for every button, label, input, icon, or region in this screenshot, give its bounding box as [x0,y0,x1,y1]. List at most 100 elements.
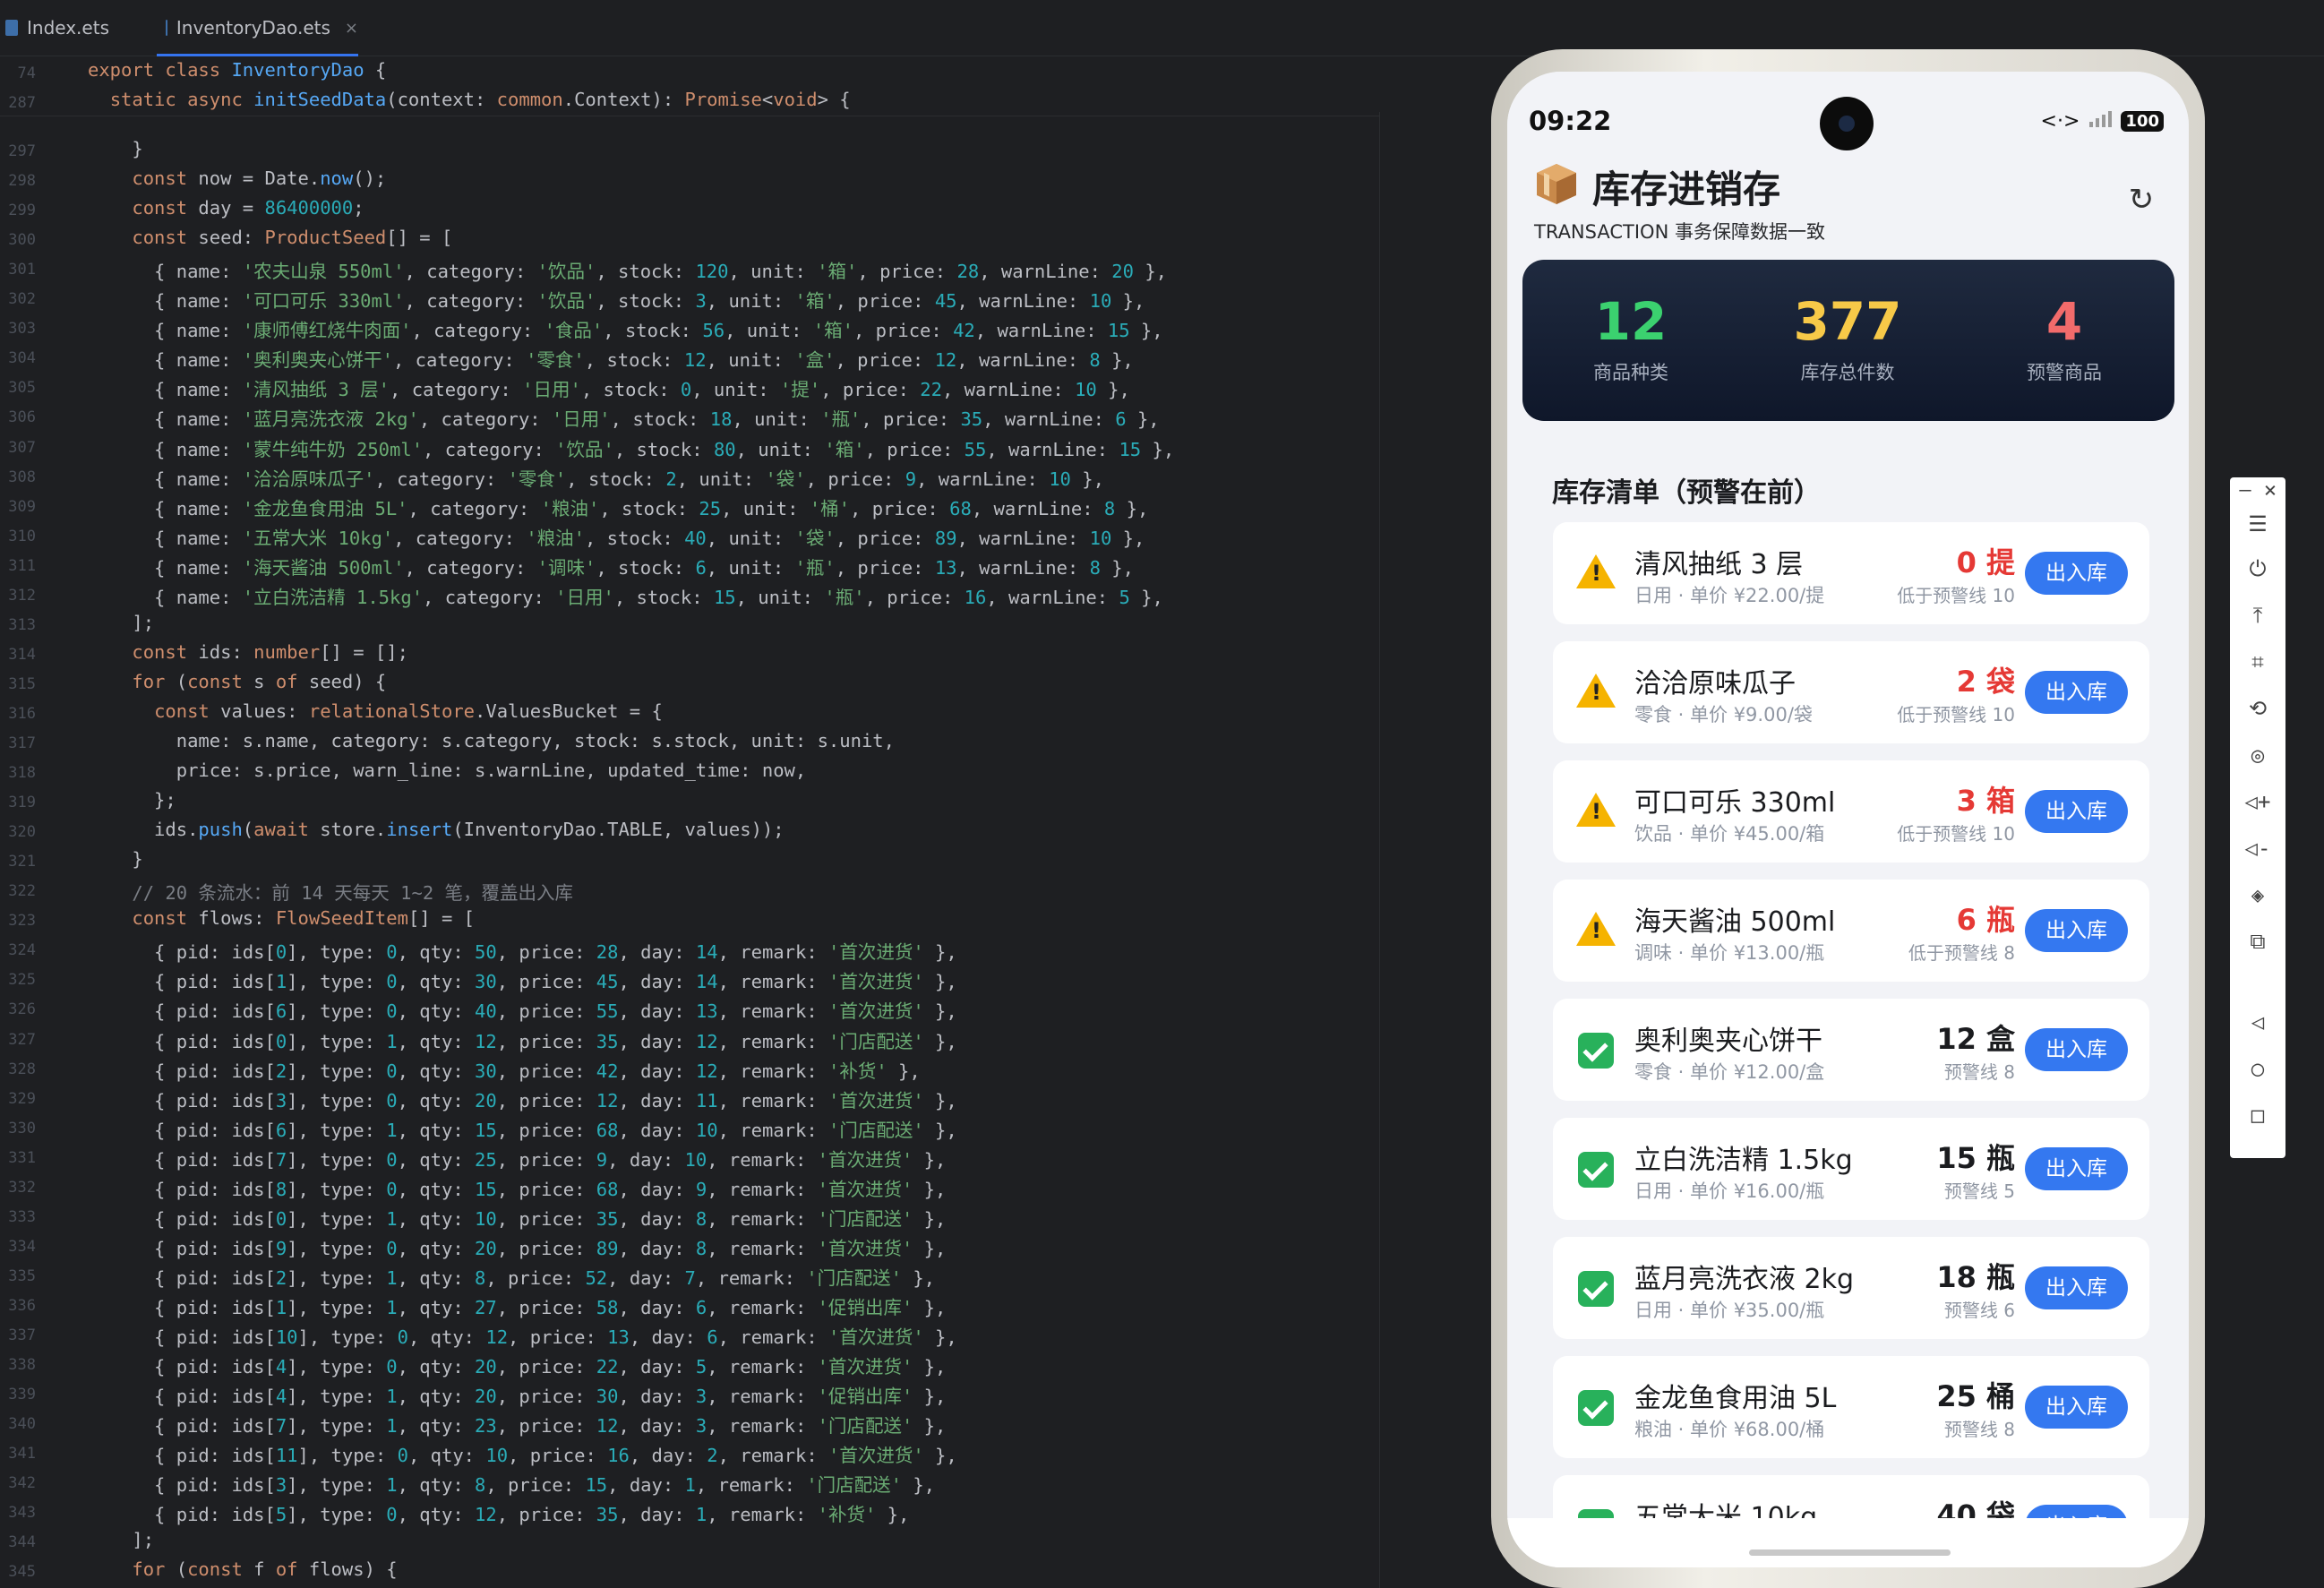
stat-total-stock: 377 库存总件数 [1739,292,1956,385]
line-number: 332 [8,1178,36,1197]
power-icon[interactable]: ⏻ [2230,556,2285,581]
inventory-item[interactable]: 金龙鱼食用油 5L 粮油 · 单价 ¥68.00/桶 25 桶预警线 8 出入库 [1553,1356,2149,1458]
close-icon[interactable]: × [2243,477,2298,502]
location-icon[interactable]: ◎ [2230,742,2285,768]
back-icon[interactable]: ◁ [2230,1009,2285,1034]
recents-icon[interactable]: □ [2230,1103,2285,1128]
code-line[interactable]: { name: '海天酱油 500ml', category: '调味', st… [88,553,1134,579]
tab-index-ets[interactable]: Index.ets [5,0,109,56]
code-line[interactable]: { pid: ids[6], type: 0, qty: 40, price: … [88,996,957,1023]
code-line[interactable]: ]; [88,612,154,633]
item-warn-line: 预警线 8 [1943,1061,2015,1083]
code-line[interactable]: { pid: ids[4], type: 0, qty: 20, price: … [88,1352,946,1378]
code-line[interactable]: ]; [88,1529,154,1550]
inventory-item[interactable]: 海天酱油 500ml 调味 · 单价 ¥13.00/瓶 6 瓶低于预警线 8 出入库 [1553,880,2149,982]
home-icon[interactable]: ○ [2230,1056,2285,1081]
code-line[interactable]: { pid: ids[1], type: 0, qty: 30, price: … [88,966,957,993]
code-line[interactable]: const seed: ProductSeed[] = [ [88,227,452,248]
warning-icon [1576,793,1616,827]
stock-in-out-button[interactable]: 出入库 [2025,671,2128,714]
code-line[interactable]: { name: '洽洽原味瓜子', category: '零食', stock:… [88,464,1104,491]
fold-icon[interactable]: ◈ [2230,882,2285,907]
code-line[interactable]: ids.push(await store.insert(InventoryDao… [88,819,785,840]
code-line[interactable]: { name: '立白洗洁精 1.5kg', category: '日用', s… [88,582,1163,609]
inventory-item[interactable]: 奥利奥夹心饼干 零食 · 单价 ¥12.00/盒 12 盒预警线 8 出入库 [1553,999,2149,1101]
stat-label: 商品种类 [1593,362,1668,383]
code-line[interactable]: { pid: ids[2], type: 0, qty: 30, price: … [88,1056,921,1083]
stock-in-out-button[interactable]: 出入库 [2025,1028,2128,1071]
crop-icon[interactable]: ⌗ [2230,649,2285,674]
home-indicator[interactable] [1749,1549,1951,1556]
close-tab-icon[interactable]: × [345,19,358,38]
code-line[interactable]: { pid: ids[10], type: 0, qty: 12, price:… [88,1322,957,1349]
code-line[interactable]: { name: '清风抽纸 3 层', category: '日用', stoc… [88,374,1130,401]
rotate-icon[interactable]: ⟲ [2230,696,2285,721]
stock-in-out-button[interactable]: 出入库 [2025,1266,2128,1309]
item-meta: 调味 · 单价 ¥13.00/瓶 [1634,942,1825,964]
code-line[interactable]: price: s.price, warn_line: s.warnLine, u… [88,760,807,781]
volume-down-icon[interactable]: ◁- [2230,836,2285,861]
code-line[interactable]: for (const s of seed) { [88,671,386,692]
sticky-scroll-line[interactable]: 287 static async initSeedData(context: c… [0,86,1379,116]
file-icon [5,20,18,36]
code-line[interactable]: const ids: number[] = []; [88,641,408,663]
check-icon [1578,1033,1614,1069]
code-line[interactable]: { pid: ids[0], type: 1, qty: 12, price: … [88,1026,957,1053]
code-line[interactable]: { name: '蓝月亮洗衣液 2kg', category: '日用', st… [88,404,1160,431]
code-line[interactable]: { pid: ids[7], type: 0, qty: 25, price: … [88,1145,946,1172]
code-line[interactable]: const values: relationalStore.ValuesBuck… [88,700,663,722]
code-line[interactable]: { pid: ids[3], type: 1, qty: 8, price: 1… [88,1470,935,1497]
code-line[interactable]: { pid: ids[5], type: 0, qty: 12, price: … [88,1499,909,1526]
code-line[interactable]: { name: '五常大米 10kg', category: '粮油', sto… [88,523,1145,550]
code-line[interactable]: { pid: ids[0], type: 0, qty: 50, price: … [88,937,957,964]
stock-in-out-button[interactable]: 出入库 [2025,790,2128,833]
code-line[interactable]: { pid: ids[6], type: 1, qty: 15, price: … [88,1115,957,1142]
code-line[interactable]: } [88,138,142,159]
item-warn-line: 低于预警线 10 [1897,704,2015,725]
code-line[interactable]: { name: '农夫山泉 550ml', category: '饮品', st… [88,256,1167,283]
stock-in-out-button[interactable]: 出入库 [2025,552,2128,595]
code-line[interactable]: { name: '奥利奥夹心饼干', category: '零食', stock… [88,345,1134,372]
code-line[interactable]: for (const f of flows) { [88,1558,397,1580]
code-line[interactable]: { name: '金龙鱼食用油 5L', category: '粮油', sto… [88,494,1148,520]
sticky-scroll-line[interactable]: 74 export class InventoryDao { [0,56,1379,87]
menu-icon[interactable]: ☰ [2230,511,2285,536]
code-line[interactable]: { pid: ids[8], type: 0, qty: 15, price: … [88,1174,946,1201]
stock-in-out-button[interactable]: 出入库 [2025,909,2128,952]
code-line[interactable]: }; [88,789,176,811]
code-line[interactable]: { pid: ids[11], type: 0, qty: 10, price:… [88,1440,957,1467]
pin-top-icon[interactable]: ⤒ [2230,603,2285,628]
stock-in-out-button[interactable]: 出入库 [2025,1386,2128,1429]
inventory-item[interactable]: 蓝月亮洗衣液 2kg 日用 · 单价 ¥35.00/瓶 18 瓶预警线 6 出入库 [1553,1237,2149,1339]
tab-inventorydao-ets[interactable]: InventoryDao.ets × [157,0,358,56]
line-number: 341 [8,1445,36,1464]
code-line[interactable]: { name: '康师傅红烧牛肉面', category: '食品', stoc… [88,315,1163,342]
code-line[interactable]: { pid: ids[2], type: 1, qty: 8, price: 5… [88,1263,935,1290]
code-line[interactable]: { pid: ids[4], type: 1, qty: 20, price: … [88,1381,946,1408]
code-line[interactable]: const day = 86400000; [88,197,364,219]
inventory-item[interactable]: 清风抽纸 3 层日用 · 单价 ¥22.00/提 0 提低于预警线 10 出入库 [1553,522,2149,624]
screenshot-icon[interactable]: ⧉ [2230,929,2285,954]
code-line[interactable]: { pid: ids[1], type: 1, qty: 27, price: … [88,1292,946,1319]
code-editor[interactable]: 297 } 298 const now = Date.now(); 299 cons… [0,56,1379,1588]
code-line[interactable]: { pid: ids[9], type: 0, qty: 20, price: … [88,1233,946,1260]
line-number: 324 [8,941,36,960]
code-line[interactable]: { pid: ids[0], type: 1, qty: 10, price: … [88,1204,946,1231]
inventory-item[interactable]: 洽洽原味瓜子零食 · 单价 ¥9.00/袋 2 袋低于预警线 10 出入库 [1553,641,2149,743]
code-line[interactable]: { pid: ids[7], type: 1, qty: 23, price: … [88,1411,946,1438]
code-line[interactable]: { name: '蒙牛纯牛奶 250ml', category: '饮品', s… [88,434,1174,461]
code-line[interactable]: { name: '可口可乐 330ml', category: '饮品', st… [88,286,1145,313]
refresh-icon[interactable]: ↻ [2125,184,2157,216]
code-line[interactable]: const now = Date.now(); [88,167,386,189]
inventory-item[interactable]: 立白洗洁精 1.5kg 日用 · 单价 ¥16.00/瓶 15 瓶预警线 5 出入库 [1553,1118,2149,1220]
volume-up-icon[interactable]: ◁+ [2230,789,2285,814]
code-line[interactable]: } [88,848,142,870]
stock-in-out-button[interactable]: 出入库 [2025,1147,2128,1190]
code-line[interactable]: name: s.name, category: s.category, stoc… [88,730,895,751]
stat-value: 377 [1793,291,1902,352]
code-line[interactable]: { pid: ids[3], type: 0, qty: 20, price: … [88,1086,957,1112]
inventory-item[interactable]: 可口可乐 330ml 饮品 · 单价 ¥45.00/箱 3 箱低于预警线 10 出入库 [1553,760,2149,863]
code-line[interactable]: const flows: FlowSeedItem[] = [ [88,907,475,929]
phone-screen[interactable]: 09:22 <·> 100 库存进销存 TRANSACTION 事务保障数据一致… [1507,72,2189,1567]
code-line[interactable]: // 20 条流水：前 14 天每天 1~2 笔，覆盖出入库 [88,878,573,905]
